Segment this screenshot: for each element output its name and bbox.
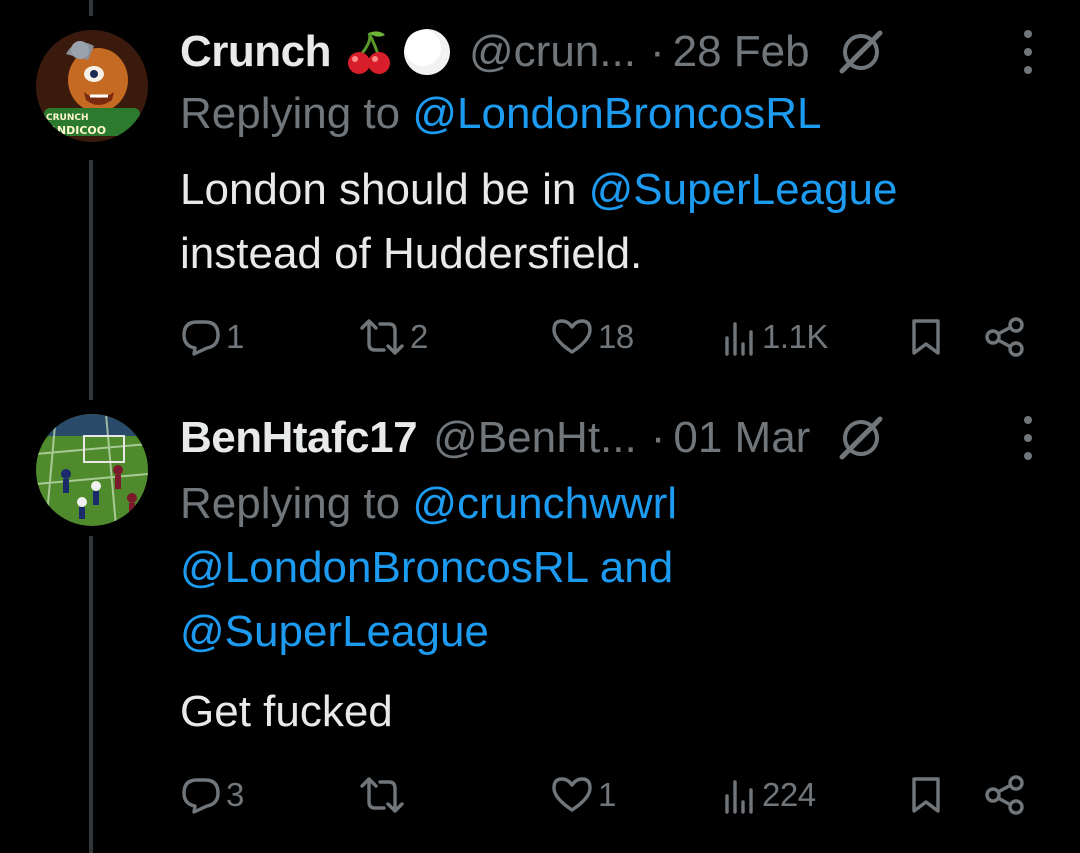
- avatar-image: CRUNCH BANDICOO: [36, 30, 148, 142]
- handle[interactable]: @crun...: [469, 27, 636, 77]
- retweet-icon: [360, 319, 404, 355]
- replying-to-label: Replying to: [180, 479, 401, 528]
- white-circle-icon: [404, 29, 450, 75]
- tweet-text: Get fucked: [180, 687, 393, 736]
- timestamp[interactable]: 28 Feb: [673, 27, 810, 77]
- mention-link[interactable]: @SuperLeague: [589, 165, 898, 214]
- avatar-text-bottom: BANDICOO: [40, 124, 106, 137]
- like-count: 18: [598, 318, 634, 355]
- separator: ·: [650, 413, 666, 462]
- bookmark-icon: [912, 777, 940, 813]
- views-button[interactable]: 224: [722, 774, 816, 816]
- like-button[interactable]: 1: [550, 774, 616, 816]
- retweet-button[interactable]: [358, 774, 410, 816]
- tweet-text: London should be in @SuperLeague instead…: [180, 158, 897, 286]
- like-button[interactable]: 18: [550, 316, 634, 358]
- mention-link[interactable]: @LondonBroncosRL: [412, 89, 821, 138]
- share-button[interactable]: [984, 316, 1026, 358]
- avatar[interactable]: [36, 414, 148, 526]
- tweet-text-part: instead of Huddersfield.: [180, 229, 643, 278]
- more-icon[interactable]: [1022, 416, 1034, 460]
- action-bar: 3 1 224: [0, 770, 1080, 820]
- display-name[interactable]: BenHtafc17: [180, 413, 418, 463]
- tweet-header: BenHtafc17 @BenHt... · 01 Mar: [180, 408, 1080, 468]
- views-count: 224: [762, 776, 816, 813]
- bookmark-icon: [912, 319, 940, 355]
- reply-button[interactable]: 1: [180, 316, 244, 358]
- bookmark-button[interactable]: [908, 316, 944, 358]
- replying-to: Replying to @LondonBroncosRL: [180, 82, 822, 146]
- share-icon: [985, 317, 1024, 357]
- reply-icon: [182, 320, 220, 356]
- retweet-button[interactable]: 2: [358, 316, 428, 358]
- reply-icon: [182, 778, 220, 814]
- name-emoji: [345, 26, 453, 78]
- retweet-count: 2: [410, 318, 428, 355]
- handle[interactable]: @BenHt...: [433, 413, 637, 463]
- mention-link[interactable]: @SuperLeague: [180, 607, 489, 656]
- grok-icon[interactable]: [836, 413, 886, 463]
- replying-and: and: [599, 543, 674, 592]
- avatar-image: [36, 414, 148, 526]
- timestamp[interactable]: 01 Mar: [673, 413, 810, 463]
- like-icon: [552, 777, 592, 812]
- reply-count: 3: [226, 776, 244, 813]
- avatar-text-top: CRUNCH: [46, 113, 89, 123]
- display-name[interactable]: Crunch: [180, 27, 332, 77]
- mention-link[interactable]: @LondonBroncosRL: [180, 543, 588, 592]
- tweet-benhtafc17[interactable]: BenHtafc17 @BenHt... · 01 Mar Replying t…: [0, 400, 1080, 853]
- views-icon: [725, 780, 753, 814]
- action-bar: 1 2 18 1.1K: [0, 312, 1080, 362]
- bookmark-button[interactable]: [908, 774, 944, 816]
- cherries-icon: [348, 31, 390, 74]
- mention-link[interactable]: @crunchwwrl: [412, 479, 677, 528]
- avatar[interactable]: CRUNCH BANDICOO: [36, 30, 148, 142]
- tweet-crunch[interactable]: CRUNCH BANDICOO Crunch @crun... · 28 Feb: [0, 0, 1080, 400]
- separator: ·: [649, 27, 665, 76]
- share-icon: [985, 775, 1024, 815]
- reply-count: 1: [226, 318, 244, 355]
- like-count: 1: [598, 776, 616, 813]
- like-icon: [552, 319, 592, 354]
- grok-icon[interactable]: [836, 27, 886, 77]
- tweet-header: Crunch @crun... · 28 Feb: [180, 22, 1080, 82]
- share-button[interactable]: [984, 774, 1026, 816]
- retweet-icon: [360, 777, 404, 813]
- more-icon[interactable]: [1022, 30, 1034, 74]
- views-count: 1.1K: [762, 318, 828, 355]
- replying-to: Replying to @crunchwwrl @LondonBroncosRL…: [180, 472, 677, 664]
- reply-button[interactable]: 3: [180, 774, 244, 816]
- views-button[interactable]: 1.1K: [722, 316, 828, 358]
- tweet-text-part: London should be in: [180, 165, 589, 214]
- views-icon: [725, 322, 753, 356]
- replying-to-label: Replying to: [180, 89, 401, 138]
